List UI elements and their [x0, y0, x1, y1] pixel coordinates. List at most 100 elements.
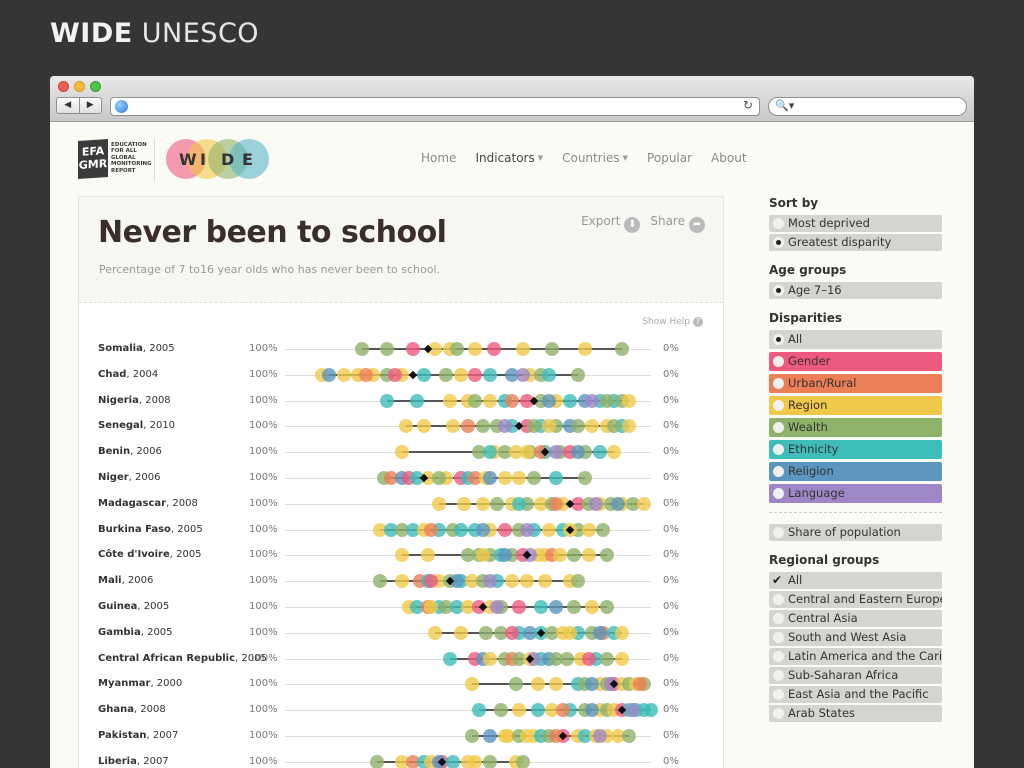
data-point-region[interactable]	[504, 574, 519, 589]
data-point-wealth[interactable]	[622, 729, 637, 743]
regional-option[interactable]: Central Asia	[769, 610, 942, 627]
data-point-religion[interactable]	[475, 522, 490, 537]
data-point-religion[interactable]	[482, 471, 497, 485]
data-point-urban[interactable]	[504, 393, 519, 408]
data-point-ethnicity[interactable]	[563, 393, 578, 408]
data-point-language[interactable]	[592, 729, 607, 743]
disparity-option-all[interactable]: All	[769, 330, 942, 349]
data-point-region[interactable]	[519, 574, 534, 589]
data-point-wealth[interactable]	[567, 600, 582, 614]
address-bar[interactable]: ↻	[110, 97, 760, 116]
close-window-icon[interactable]	[58, 81, 69, 92]
country-label[interactable]: Liberia, 2007	[98, 756, 169, 767]
data-point-wealth[interactable]	[570, 419, 585, 434]
disparity-option-ethnicity[interactable]: Ethnicity	[769, 440, 942, 459]
country-label[interactable]: Nigeria, 2008	[98, 395, 171, 406]
data-point-wealth[interactable]	[354, 342, 369, 356]
data-point-wealth[interactable]	[600, 651, 615, 666]
data-point-ethnicity[interactable]	[530, 703, 545, 718]
data-point-region[interactable]	[515, 342, 530, 356]
data-point-region[interactable]	[585, 419, 600, 434]
data-point-region[interactable]	[475, 496, 490, 511]
data-point-wealth[interactable]	[600, 548, 615, 563]
data-point-gender[interactable]	[581, 651, 596, 666]
country-label[interactable]: Senegal, 2010	[98, 420, 175, 431]
data-point-region[interactable]	[395, 445, 410, 460]
data-point-wealth[interactable]	[596, 522, 611, 537]
nav-item-popular[interactable]: Popular	[647, 151, 692, 165]
data-point-wealth[interactable]	[380, 342, 395, 356]
data-point-region[interactable]	[398, 419, 413, 434]
data-point-wealth[interactable]	[570, 367, 585, 382]
data-point-gender[interactable]	[406, 342, 421, 356]
data-point-ethnicity[interactable]	[482, 367, 497, 382]
country-label[interactable]: Madagascar, 2008	[98, 498, 198, 509]
show-help-link[interactable]: Show Help?	[642, 317, 703, 327]
data-point-gender[interactable]	[468, 367, 483, 382]
data-point-religion[interactable]	[592, 625, 607, 640]
data-point-wealth[interactable]	[508, 677, 523, 692]
data-point-wealth[interactable]	[614, 342, 629, 356]
back-button[interactable]: ◀	[57, 98, 80, 113]
data-point-wealth[interactable]	[490, 496, 505, 511]
data-point-region[interactable]	[548, 677, 563, 692]
data-point-urban[interactable]	[461, 419, 475, 434]
data-point-language[interactable]	[519, 522, 534, 537]
data-point-ethnicity[interactable]	[453, 522, 468, 537]
country-label[interactable]: Burkina Faso, 2005	[98, 524, 203, 535]
data-point-wealth[interactable]	[493, 703, 508, 718]
data-point-wealth[interactable]	[515, 754, 530, 768]
data-point-region[interactable]	[585, 600, 600, 614]
data-point-wealth[interactable]	[475, 419, 490, 434]
reload-icon[interactable]: ↻	[743, 98, 753, 112]
data-point-region[interactable]	[581, 522, 596, 537]
data-point-region[interactable]	[578, 342, 593, 356]
data-point-region[interactable]	[512, 703, 527, 718]
data-point-region[interactable]	[497, 729, 512, 743]
nav-item-about[interactable]: About	[711, 151, 746, 165]
data-point-ethnicity[interactable]	[512, 496, 527, 511]
efa-gmr-logo[interactable]: EFA GMR EDUCATION FOR ALL GLOBAL MONITORI…	[78, 138, 152, 180]
data-point-language[interactable]	[515, 367, 530, 382]
data-point-wealth[interactable]	[479, 625, 494, 640]
data-point-region[interactable]	[464, 677, 479, 692]
data-point-ethnicity[interactable]	[592, 445, 607, 460]
data-point-region[interactable]	[482, 651, 497, 666]
data-point-religion[interactable]	[497, 548, 512, 563]
data-point-religion[interactable]	[321, 367, 336, 382]
data-point-region[interactable]	[636, 496, 651, 511]
data-point-region[interactable]	[420, 548, 435, 563]
country-label[interactable]: Chad, 2004	[98, 369, 158, 380]
data-point-region[interactable]	[395, 548, 410, 563]
data-point-region[interactable]	[475, 548, 490, 563]
regional-option[interactable]: Latin America and the Caribbean	[769, 648, 942, 665]
data-point-region[interactable]	[468, 342, 483, 356]
regional-option[interactable]: Central and Eastern Europe	[769, 591, 942, 608]
data-point-urban[interactable]	[424, 522, 439, 537]
data-point-religion[interactable]	[541, 393, 556, 408]
sort-option[interactable]: Greatest disparity	[769, 234, 942, 251]
data-point-language[interactable]	[625, 703, 640, 718]
export-button[interactable]: Export ⬇	[581, 214, 641, 233]
data-point-gender[interactable]	[504, 625, 519, 640]
data-point-region[interactable]	[431, 496, 446, 511]
country-label[interactable]: Gambia, 2005	[98, 627, 173, 638]
data-point-gender[interactable]	[387, 367, 402, 382]
data-point-wealth[interactable]	[369, 754, 384, 768]
data-point-language[interactable]	[548, 445, 563, 460]
country-label[interactable]: Pakistan, 2007	[98, 730, 178, 741]
country-label[interactable]: Somalia, 2005	[98, 343, 175, 354]
disparity-option-gender[interactable]: Gender	[769, 352, 942, 371]
data-point-region[interactable]	[530, 677, 545, 692]
country-label[interactable]: Niger, 2006	[98, 472, 160, 483]
data-point-region[interactable]	[453, 367, 468, 382]
country-label[interactable]: Côte d'Ivoire, 2005	[98, 549, 202, 560]
data-point-wealth[interactable]	[600, 600, 615, 614]
data-point-region[interactable]	[622, 393, 637, 408]
data-point-wealth[interactable]	[526, 471, 541, 485]
data-point-religion[interactable]	[611, 496, 626, 511]
regional-option[interactable]: East Asia and the Pacific	[769, 686, 942, 703]
data-point-language[interactable]	[585, 393, 600, 408]
data-point-gender[interactable]	[512, 600, 527, 614]
country-label[interactable]: Benin, 2006	[98, 446, 162, 457]
